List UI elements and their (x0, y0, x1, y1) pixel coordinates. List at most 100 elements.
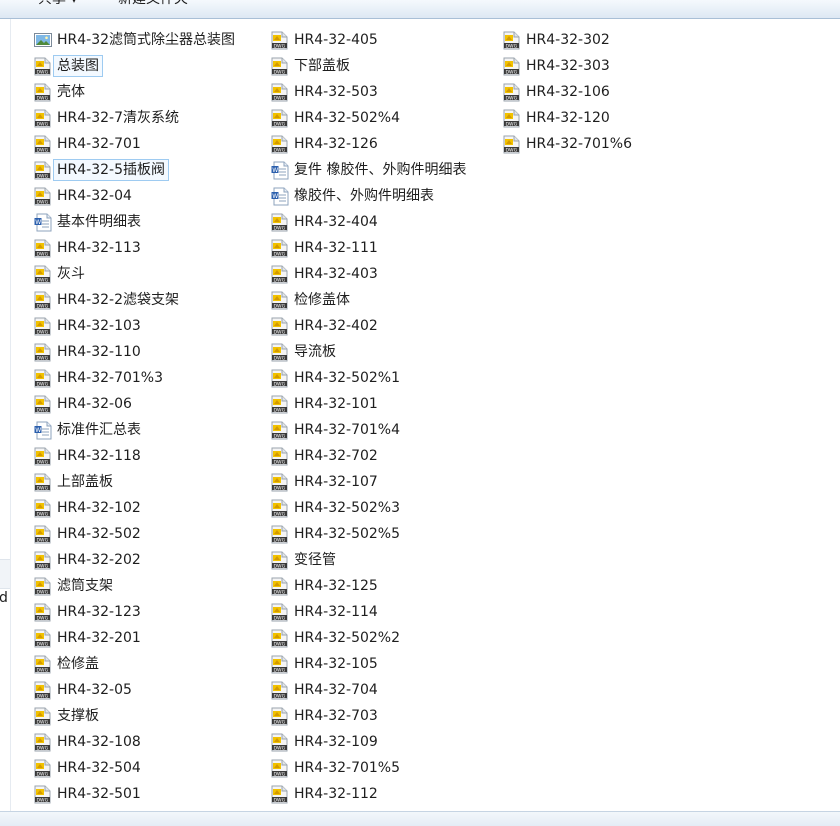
file-item[interactable]: DWG 上部盖板 (34, 469, 269, 495)
file-item[interactable]: DWG HR4-32-102 (34, 495, 269, 521)
file-item[interactable]: DWG 壳体 (34, 79, 269, 105)
svg-text:DWG: DWG (37, 147, 49, 153)
file-item[interactable]: DWG HR4-32-701%4 (271, 417, 506, 443)
file-item[interactable]: W 橡胶件、外购件明细表 (271, 183, 506, 209)
file-item[interactable]: DWG HR4-32-109 (271, 729, 506, 755)
file-item[interactable]: DWG HR4-32-05 (34, 677, 269, 703)
file-item[interactable]: DWG HR4-32-06 (34, 391, 269, 417)
file-item[interactable]: DWG HR4-32-502%3 (271, 495, 506, 521)
file-item[interactable]: DWG HR4-32-502%2 (271, 625, 506, 651)
file-item[interactable]: DWG HR4-32-403 (271, 261, 506, 287)
file-name-label: 标准件汇总表 (57, 422, 141, 438)
file-name-label: HR4-32-5插板阀 (53, 159, 169, 181)
dwg-file-icon: DWG (271, 499, 289, 518)
file-item[interactable]: W 复件 橡胶件、外购件明细表 (271, 157, 506, 183)
file-item[interactable]: DWG HR4-32-701 (34, 131, 269, 157)
file-item[interactable]: W 基本件明细表 (34, 209, 269, 235)
file-item[interactable]: DWG HR4-32-404 (271, 209, 506, 235)
dwg-file-icon: DWG (34, 135, 52, 154)
file-name-label: HR4-32-504 (57, 760, 141, 776)
file-item[interactable]: DWG HR4-32-120 (503, 105, 738, 131)
file-item[interactable]: DWG HR4-32-402 (271, 313, 506, 339)
file-item[interactable]: DWG HR4-32-110 (34, 339, 269, 365)
dwg-file-icon: DWG (34, 291, 52, 310)
file-name-label: HR4-32-502%4 (294, 110, 401, 126)
svg-text:DWG: DWG (37, 589, 49, 595)
file-item[interactable]: DWG 检修盖体 (271, 287, 506, 313)
file-item[interactable]: DWG HR4-32-118 (34, 443, 269, 469)
dwg-file-icon: DWG (34, 681, 52, 700)
file-item[interactable]: DWG 滤筒支架 (34, 573, 269, 599)
file-item[interactable]: DWG 支撑板 (34, 703, 269, 729)
file-name-label: HR4-32-502%2 (294, 630, 401, 646)
file-item[interactable]: DWG HR4-32-126 (271, 131, 506, 157)
file-name-label: HR4-32-110 (57, 344, 141, 360)
file-item[interactable]: DWG HR4-32-114 (271, 599, 506, 625)
file-item[interactable]: DWG HR4-32-111 (271, 235, 506, 261)
file-item[interactable]: DWG HR4-32-303 (503, 53, 738, 79)
file-item[interactable]: DWG 下部盖板 (271, 53, 506, 79)
file-name-label: HR4-32-113 (57, 240, 141, 256)
file-column-2: DWG HR4-32-405 DWG 下部盖板 DWG HR4-32-503 DWG HR4-… (271, 27, 506, 807)
dwg-file-icon: DWG (271, 343, 289, 362)
file-item[interactable]: DWG HR4-32-5插板阀 (34, 157, 269, 183)
file-item[interactable]: DWG HR4-32-701%6 (503, 131, 738, 157)
dwg-file-icon: DWG (271, 31, 289, 50)
dwg-file-icon: DWG (34, 759, 52, 778)
svg-text:DWG: DWG (506, 69, 518, 75)
file-item[interactable]: DWG 灰斗 (34, 261, 269, 287)
dwg-file-icon: DWG (271, 135, 289, 154)
file-item[interactable]: DWG HR4-32-702 (271, 443, 506, 469)
file-item[interactable]: DWG HR4-32-103 (34, 313, 269, 339)
dwg-file-icon: DWG (34, 551, 52, 570)
file-item[interactable]: DWG HR4-32-502%1 (271, 365, 506, 391)
file-item[interactable]: DWG HR4-32-704 (271, 677, 506, 703)
file-name-label: HR4-32-120 (526, 110, 610, 126)
file-item[interactable]: DWG HR4-32-701%5 (271, 755, 506, 781)
file-list[interactable]: HR4-32滤筒式除尘器总装图 DWG 总装图 DWG 壳体 DWG HR4-32-7清灰系… (0, 0, 840, 811)
svg-text:DWG: DWG (274, 745, 286, 751)
file-item[interactable]: DWG HR4-32-701%3 (34, 365, 269, 391)
file-item[interactable]: DWG HR4-32-101 (271, 391, 506, 417)
file-item[interactable]: DWG HR4-32-107 (271, 469, 506, 495)
file-item[interactable]: DWG HR4-32-04 (34, 183, 269, 209)
file-item[interactable]: DWG HR4-32-502%4 (271, 105, 506, 131)
file-item[interactable]: DWG HR4-32-106 (503, 79, 738, 105)
file-item[interactable]: DWG 导流板 (271, 339, 506, 365)
file-item[interactable]: DWG HR4-32-112 (271, 781, 506, 807)
svg-text:DWG: DWG (274, 147, 286, 153)
file-item[interactable]: DWG 变径管 (271, 547, 506, 573)
dwg-file-icon: DWG (34, 733, 52, 752)
file-item[interactable]: DWG HR4-32-503 (271, 79, 506, 105)
file-item[interactable]: DWG HR4-32-2滤袋支架 (34, 287, 269, 313)
file-name-label: HR4-32-702 (294, 448, 378, 464)
file-item[interactable]: DWG HR4-32-302 (503, 27, 738, 53)
file-column-1: HR4-32滤筒式除尘器总装图 DWG 总装图 DWG 壳体 DWG HR4-32-7清灰系… (34, 27, 269, 807)
file-item[interactable]: W 标准件汇总表 (34, 417, 269, 443)
file-item[interactable]: DWG HR4-32-405 (271, 27, 506, 53)
file-name-label: HR4-32-102 (57, 500, 141, 516)
file-item[interactable]: DWG HR4-32-502%5 (271, 521, 506, 547)
dwg-file-icon: DWG (271, 733, 289, 752)
file-item[interactable]: DWG HR4-32-502 (34, 521, 269, 547)
file-item[interactable]: DWG HR4-32-113 (34, 235, 269, 261)
file-item[interactable]: DWG 总装图 (34, 53, 269, 79)
file-item[interactable]: DWG HR4-32-108 (34, 729, 269, 755)
file-item[interactable]: DWG HR4-32-703 (271, 703, 506, 729)
file-item[interactable]: DWG HR4-32-7清灰系统 (34, 105, 269, 131)
file-name-label: HR4-32-103 (57, 318, 141, 334)
file-name-label: 导流板 (294, 344, 336, 360)
file-item[interactable]: DWG HR4-32-201 (34, 625, 269, 651)
file-name-label: HR4-32-403 (294, 266, 378, 282)
file-item[interactable]: DWG HR4-32-123 (34, 599, 269, 625)
file-item[interactable]: DWG HR4-32-501 (34, 781, 269, 807)
file-item[interactable]: DWG HR4-32-105 (271, 651, 506, 677)
file-item[interactable]: DWG 检修盖 (34, 651, 269, 677)
svg-text:DWG: DWG (37, 511, 49, 517)
file-item[interactable]: DWG HR4-32-202 (34, 547, 269, 573)
svg-text:DWG: DWG (37, 615, 49, 621)
file-item[interactable]: DWG HR4-32-125 (271, 573, 506, 599)
svg-text:DWG: DWG (37, 693, 49, 699)
file-item[interactable]: DWG HR4-32-504 (34, 755, 269, 781)
file-item[interactable]: HR4-32滤筒式除尘器总装图 (34, 27, 269, 53)
